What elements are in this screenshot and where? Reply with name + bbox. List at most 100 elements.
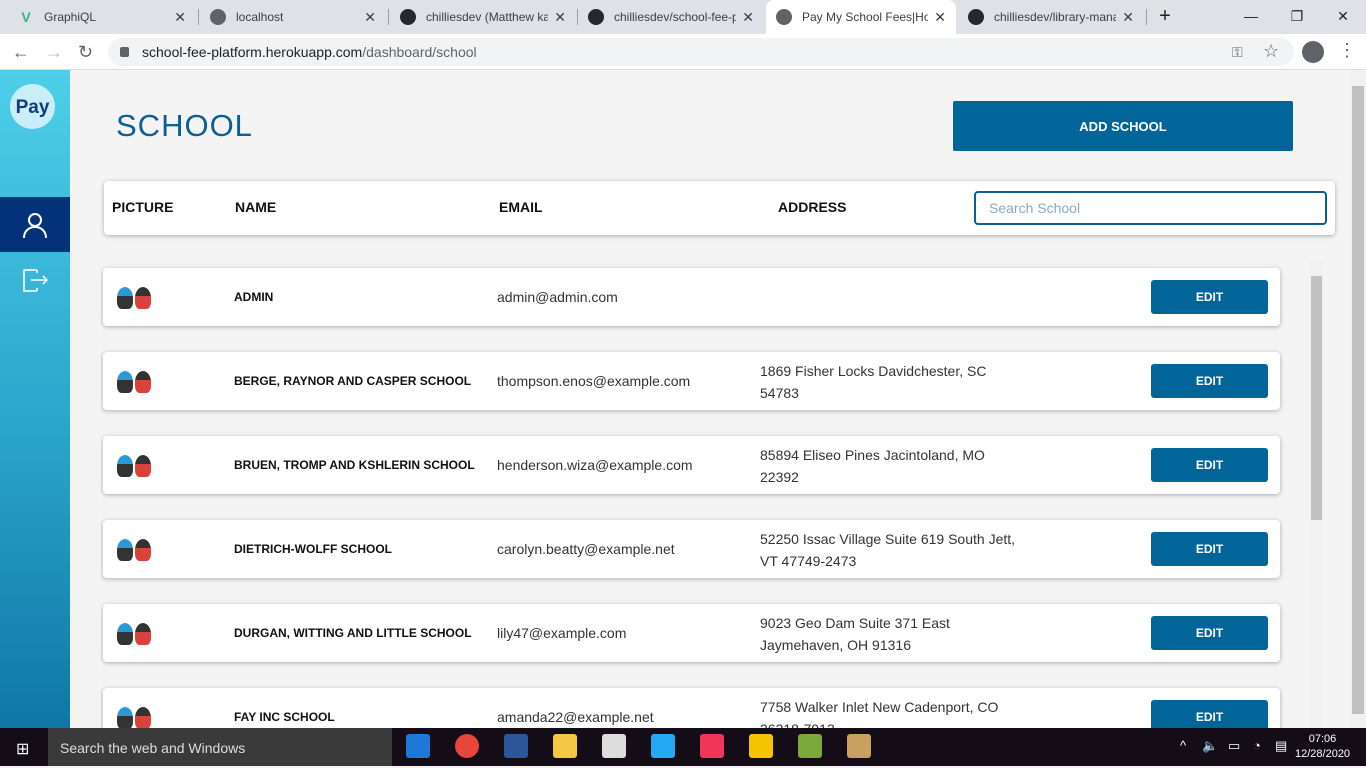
close-tab-icon[interactable]: ✕ xyxy=(174,9,186,26)
vue-icon: V xyxy=(21,9,31,25)
edit-button[interactable]: EDIT xyxy=(1151,448,1268,482)
tray-chevron-icon[interactable]: ^ xyxy=(1180,738,1186,753)
close-window-button[interactable]: ✕ xyxy=(1320,0,1366,34)
school-address: 52250 Issac Village Suite 619 South Jett… xyxy=(760,531,1016,569)
menu-icon[interactable]: ⋮ xyxy=(1338,40,1356,61)
edit-button[interactable]: EDIT xyxy=(1151,532,1268,566)
edit-button[interactable]: EDIT xyxy=(1151,616,1268,650)
close-tab-icon[interactable]: ✕ xyxy=(1122,9,1134,26)
table-row: DURGAN, WITTING AND LITTLE SCHOOL lily47… xyxy=(103,604,1280,662)
search-school-input[interactable] xyxy=(974,191,1327,225)
school-picture xyxy=(117,455,153,477)
add-school-button[interactable]: ADD SCHOOL xyxy=(953,101,1293,151)
school-address: 1869 Fisher Locks Davidchester, SC 54783 xyxy=(760,363,987,401)
school-picture xyxy=(117,707,153,728)
table-header: PICTURE NAME EMAIL ADDRESS xyxy=(104,181,1335,235)
file-explorer-icon[interactable] xyxy=(553,734,577,758)
list-scroll-thumb[interactable] xyxy=(1311,276,1322,520)
profile-icon[interactable] xyxy=(1302,41,1324,63)
globe-icon xyxy=(210,9,226,25)
new-tab-button[interactable]: + xyxy=(1142,0,1188,34)
tab-github-library[interactable]: chilliesdev/library-mana ✕ xyxy=(958,0,1144,34)
tab-graphiql[interactable]: V GraphiQL ✕ xyxy=(8,0,196,34)
school-email: amanda22@example.net xyxy=(497,709,654,725)
close-tab-icon[interactable]: ✕ xyxy=(554,9,566,26)
list-scrollbar[interactable] xyxy=(1310,262,1323,728)
column-email: EMAIL xyxy=(499,199,543,215)
school-picture xyxy=(117,623,153,645)
page-scroll-thumb[interactable] xyxy=(1352,86,1364,714)
school-name: ADMIN xyxy=(234,290,274,304)
paint-icon[interactable] xyxy=(847,734,871,758)
school-name: BRUEN, TROMP AND KSHLERIN SCHOOL xyxy=(234,458,475,472)
school-name: BERGE, RAYNOR AND CASPER SCHOOL xyxy=(234,374,472,388)
tab-github-profile[interactable]: chilliesdev (Matthew ka ✕ xyxy=(390,0,576,34)
lock-icon xyxy=(120,47,129,57)
sidebar-item-logout[interactable] xyxy=(0,260,70,300)
minimize-button[interactable]: — xyxy=(1228,0,1274,34)
player-icon[interactable] xyxy=(749,734,773,758)
page-scrollbar[interactable] xyxy=(1350,70,1366,728)
key-icon[interactable]: ⚿ xyxy=(1232,44,1243,61)
word-icon[interactable] xyxy=(504,734,528,758)
forward-icon[interactable]: → xyxy=(45,42,63,63)
school-list: ADMIN admin@admin.com EDIT BERGE, RAYNOR… xyxy=(100,258,1310,728)
school-picture xyxy=(117,287,153,309)
reload-icon[interactable]: ↻ xyxy=(78,42,93,63)
column-picture: PICTURE xyxy=(112,199,174,215)
edit-button[interactable]: EDIT xyxy=(1151,280,1268,314)
table-row: FAY INC SCHOOL amanda22@example.net 7758… xyxy=(103,688,1280,728)
tab-pay-my-school-fees[interactable]: Pay My School Fees|Ho ✕ xyxy=(766,0,956,34)
user-icon xyxy=(23,212,47,238)
volume-icon[interactable]: 🔈 xyxy=(1202,738,1218,754)
logout-icon xyxy=(23,269,49,292)
edge-icon[interactable] xyxy=(406,734,430,758)
back-icon[interactable]: ← xyxy=(12,42,30,63)
windows-start-icon[interactable]: ⊞ xyxy=(16,739,29,759)
sidebar-item-schools[interactable] xyxy=(0,197,70,252)
tab-github-school-fee[interactable]: chilliesdev/school-fee-p ✕ xyxy=(578,0,764,34)
school-address: 85894 Eliseo Pines Jacintoland, MO 22392 xyxy=(760,447,985,485)
school-picture xyxy=(117,539,153,561)
store-icon[interactable] xyxy=(602,734,626,758)
github-icon xyxy=(400,9,416,25)
clock[interactable]: 07:06 12/28/2020 xyxy=(1295,732,1350,762)
vscode-icon[interactable] xyxy=(651,734,675,758)
github-icon xyxy=(968,9,984,25)
edit-button[interactable]: EDIT xyxy=(1151,700,1268,728)
table-row: BERGE, RAYNOR AND CASPER SCHOOL thompson… xyxy=(103,352,1280,410)
logo[interactable]: Pay xyxy=(10,84,55,129)
table-row: ADMIN admin@admin.com EDIT xyxy=(103,268,1280,326)
globe-icon xyxy=(776,9,792,25)
notifications-icon[interactable]: ▤ xyxy=(1275,738,1287,754)
wifi-icon[interactable]: ◔ xyxy=(1253,738,1261,753)
tab-localhost[interactable]: localhost ✕ xyxy=(200,0,386,34)
column-name: NAME xyxy=(235,199,277,215)
taskbar-search[interactable]: Search the web and Windows xyxy=(48,728,392,766)
school-email: henderson.wiza@example.com xyxy=(497,457,693,473)
column-address: ADDRESS xyxy=(778,199,847,215)
tab-bar: V GraphiQL ✕ localhost ✕ chilliesdev (Matth… xyxy=(0,0,1366,34)
close-tab-icon[interactable]: ✕ xyxy=(364,9,376,26)
app-icon[interactable] xyxy=(700,734,724,758)
page-title: SCHOOL xyxy=(116,108,253,143)
school-name: FAY INC SCHOOL xyxy=(234,710,335,724)
school-picture xyxy=(117,371,153,393)
school-email: carolyn.beatty@example.net xyxy=(497,541,675,557)
table-row: BRUEN, TROMP AND KSHLERIN SCHOOL henders… xyxy=(103,436,1280,494)
restore-button[interactable]: ❐ xyxy=(1274,0,1320,34)
school-address: 9023 Geo Dam Suite 371 East Jaymehaven, … xyxy=(760,615,950,653)
close-tab-icon[interactable]: ✕ xyxy=(742,9,754,26)
sidebar: Pay xyxy=(0,70,70,728)
app-icon[interactable] xyxy=(798,734,822,758)
school-email: thompson.enos@example.com xyxy=(497,373,691,389)
edit-button[interactable]: EDIT xyxy=(1151,364,1268,398)
battery-icon[interactable]: ▭ xyxy=(1228,738,1240,754)
url-input[interactable]: school-fee-platform.herokuapp.com/dashbo… xyxy=(108,38,1294,66)
school-name: DURGAN, WITTING AND LITTLE SCHOOL xyxy=(234,626,472,640)
school-address: 7758 Walker Inlet New Cadenport, CO 3631… xyxy=(760,699,999,728)
chrome-icon[interactable] xyxy=(455,734,479,758)
star-icon[interactable]: ☆ xyxy=(1263,41,1279,62)
school-email: admin@admin.com xyxy=(497,289,618,305)
close-tab-icon[interactable]: ✕ xyxy=(934,9,946,26)
